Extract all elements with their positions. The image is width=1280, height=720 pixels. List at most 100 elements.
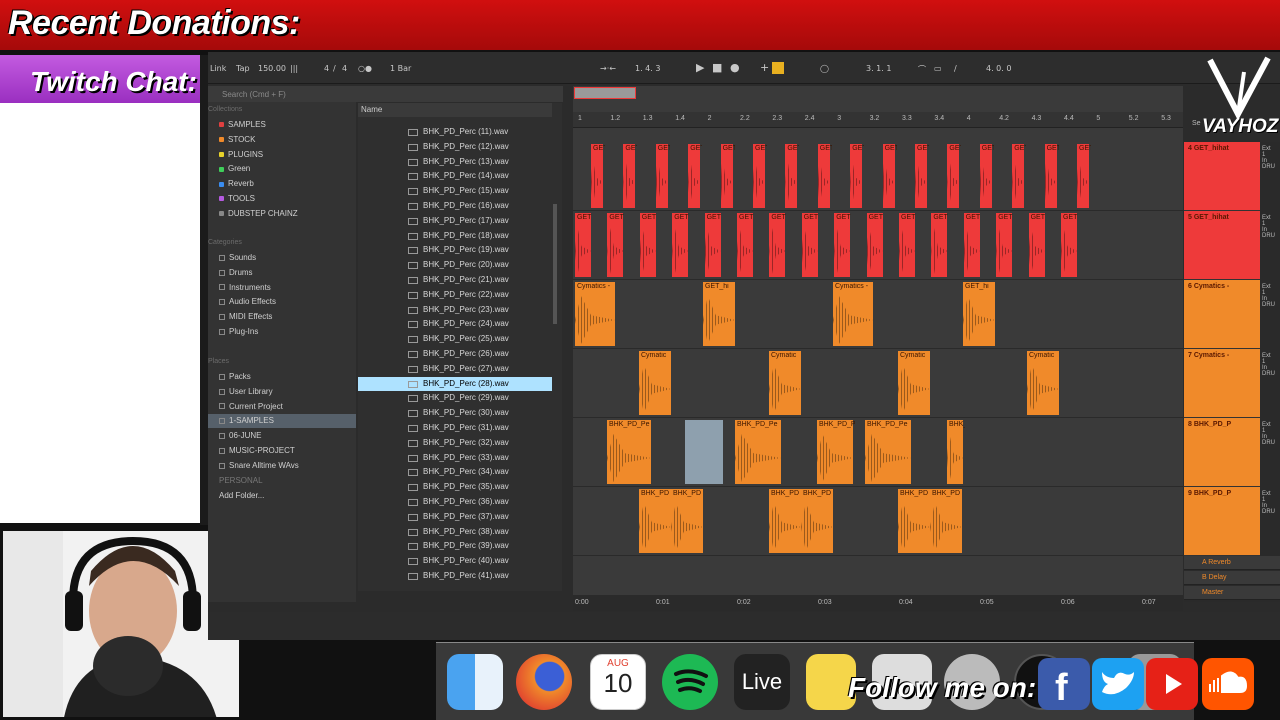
place-music-project[interactable]: MUSIC-PROJECT — [219, 444, 295, 458]
cymatics-clip[interactable]: Cymatic — [898, 351, 930, 415]
cymatics-clip[interactable]: Cymatic — [1027, 351, 1059, 415]
bhk-clip[interactable]: BHK_PD_Pe — [817, 420, 855, 484]
loop-selection[interactable] — [685, 420, 723, 484]
file-item[interactable]: BHK_PD_Perc (28).wav — [358, 376, 552, 392]
hihat-clip[interactable]: GET — [704, 213, 721, 277]
file-item[interactable]: BHK_PD_Perc (40).wav — [358, 554, 552, 569]
collection-tools[interactable]: TOOLS — [219, 192, 255, 206]
file-item[interactable]: BHK_PD_Perc (19).wav — [358, 243, 552, 258]
hihat-clip[interactable]: GET — [996, 213, 1013, 277]
facebook-icon[interactable]: f — [1038, 658, 1090, 710]
spotify-icon[interactable] — [662, 654, 718, 710]
return-track[interactable]: B Delay — [1184, 571, 1280, 585]
place-snare-alltime-wavs[interactable]: Snare Alltime WAvs — [219, 459, 299, 473]
track-header[interactable]: 6 Cymatics - — [1184, 280, 1260, 349]
category-instruments[interactable]: Instruments — [219, 281, 271, 295]
hihat-clip[interactable]: GET — [672, 213, 689, 277]
hihat-clip[interactable]: GET — [1044, 144, 1059, 208]
hihat-clip[interactable]: GET — [1012, 144, 1026, 208]
hihat-clip[interactable]: GET — [655, 144, 670, 208]
record-icon[interactable]: ● — [730, 61, 740, 74]
stop-icon[interactable]: ■ — [712, 61, 722, 74]
collection-dubstep-chainz[interactable]: DUBSTEP CHAINZ — [219, 207, 298, 221]
play-icon[interactable]: ▶ — [696, 61, 704, 74]
collection-stock[interactable]: STOCK — [219, 133, 255, 147]
hihat-clip[interactable]: GET — [688, 144, 702, 208]
hihat-clip[interactable]: GET — [850, 144, 864, 208]
collection-green[interactable]: Green — [219, 162, 250, 176]
track-lane[interactable]: Cymatics - GET_hi Cymatics - GET_hi — [573, 280, 1183, 349]
follow-icon[interactable]: →·← — [600, 64, 616, 73]
hihat-clip[interactable]: GET — [1077, 144, 1091, 208]
hihat-clip[interactable]: GET — [947, 144, 961, 208]
position-field[interactable]: 1. 4. 3 — [635, 64, 660, 73]
file-item[interactable]: BHK_PD_Perc (41).wav — [358, 569, 552, 584]
file-item[interactable]: BHK_PD_Perc (24).wav — [358, 317, 552, 332]
draw-mode-icon[interactable]: ∕ — [954, 64, 957, 73]
track-lane[interactable]: BHK_PD_Pe BHK_PD_Pe BHK_PD_Pe BHK_PD_Pe BHK_… — [573, 418, 1183, 487]
category-drums[interactable]: Drums — [219, 266, 253, 280]
hihat-clip[interactable]: GET — [591, 144, 605, 208]
get-hihat-clip[interactable]: GET_hi — [963, 282, 995, 346]
category-sounds[interactable]: Sounds — [219, 251, 256, 265]
cymatics-clip[interactable]: Cymatic — [639, 351, 671, 415]
hihat-clip[interactable]: GET — [607, 213, 624, 277]
add-folder-button[interactable]: Add Folder... — [219, 489, 264, 503]
file-item[interactable]: BHK_PD_Perc (32).wav — [358, 436, 552, 451]
file-list-scrollbar[interactable] — [553, 204, 557, 324]
file-item[interactable]: BHK_PD_Perc (30).wav — [358, 406, 552, 421]
file-item[interactable]: BHK_PD_Perc (31).wav — [358, 421, 552, 436]
file-item[interactable]: BHK_PD_Perc (35).wav — [358, 480, 552, 495]
hihat-clip[interactable]: GET — [979, 144, 994, 208]
time-sig-den[interactable]: 4 — [342, 64, 347, 73]
tap-button[interactable]: Tap — [236, 64, 250, 73]
file-item[interactable]: BHK_PD_Perc (11).wav — [358, 125, 552, 140]
cymatics-clip[interactable]: Cymatics - — [575, 282, 615, 346]
file-item[interactable]: BHK_PD_Perc (16).wav — [358, 199, 552, 214]
soundcloud-icon[interactable] — [1202, 658, 1254, 710]
file-item[interactable]: BHK_PD_Perc (26).wav — [358, 347, 552, 362]
bhk-clip[interactable]: BHK_PD_Pe — [865, 420, 911, 484]
file-item[interactable]: BHK_PD_Perc (21).wav — [358, 273, 552, 288]
hihat-clip[interactable]: GET — [1061, 213, 1077, 277]
file-item[interactable]: BHK_PD_Perc (33).wav — [358, 451, 552, 466]
bhk-clip[interactable]: BHK_PD — [769, 489, 801, 553]
bhk-clip[interactable]: BHK_PD_Pe — [735, 420, 781, 484]
tempo-field[interactable]: 150.00 — [258, 64, 286, 73]
youtube-icon[interactable] — [1146, 658, 1198, 710]
cymatics-clip[interactable]: Cymatic — [769, 351, 801, 415]
hihat-clip[interactable]: GET — [769, 213, 786, 277]
track-header[interactable]: 5 GET_hihat — [1184, 211, 1260, 280]
file-item[interactable]: BHK_PD_Perc (38).wav — [358, 525, 552, 540]
time-ruler[interactable]: 0:00 0:01 0:02 0:03 0:04 0:05 0:06 0:07 — [573, 595, 1183, 611]
place-06-june[interactable]: 06-JUNE — [219, 429, 261, 443]
hihat-clip[interactable]: GET — [915, 144, 929, 208]
bhk-clip[interactable]: BHK_PD — [671, 489, 703, 553]
get-hihat-clip[interactable]: GET_hi — [703, 282, 735, 346]
file-item[interactable]: BHK_PD_Perc (14).wav — [358, 169, 552, 184]
category-audio-effects[interactable]: Audio Effects — [219, 295, 276, 309]
place-packs[interactable]: Packs — [219, 370, 251, 384]
beat-ruler[interactable]: 1 1.2 1.3 1.4 2 2.2 2.3 2.4 3 3.2 3.3 3.4 4 4.2 4.3 4.4… — [573, 112, 1183, 128]
bhk-clip[interactable]: BHK_PD — [801, 489, 833, 553]
track-lane[interactable]: GET GET GET GET GET GET GET GET GET GET GET GET GET G… — [573, 211, 1183, 280]
file-item[interactable]: BHK_PD_Perc (20).wav — [358, 258, 552, 273]
return-track[interactable]: A Reverb — [1184, 556, 1280, 570]
file-item[interactable]: BHK_PD_Perc (22).wav — [358, 288, 552, 303]
track-header[interactable]: 9 BHK_PD_P — [1184, 487, 1260, 556]
track-lane[interactable]: BHK_PD BHK_PD BHK_PD BHK_PD BHK_PD BHK_PD — [573, 487, 1183, 556]
calendar-icon[interactable]: AUG 10 — [590, 654, 646, 710]
metronome-icon[interactable]: ○● — [358, 64, 372, 73]
time-sig-num[interactable]: 4 — [324, 64, 329, 73]
ableton-live-icon[interactable]: Live — [734, 654, 790, 710]
bhk-clip[interactable]: BHK_PD — [930, 489, 962, 553]
file-item[interactable]: BHK_PD_Perc (23).wav — [358, 303, 552, 318]
track-lane[interactable]: Cymatic Cymatic Cymatic Cymatic — [573, 349, 1183, 418]
file-item[interactable]: BHK_PD_Perc (25).wav — [358, 332, 552, 347]
name-column-header[interactable]: Name — [358, 103, 552, 117]
clip-overview[interactable] — [574, 87, 636, 99]
hihat-clip[interactable]: GET — [785, 144, 799, 208]
file-item[interactable]: BHK_PD_Perc (34).wav — [358, 465, 552, 480]
return-track[interactable]: Master — [1184, 586, 1280, 600]
link-button[interactable]: Link — [210, 64, 226, 73]
